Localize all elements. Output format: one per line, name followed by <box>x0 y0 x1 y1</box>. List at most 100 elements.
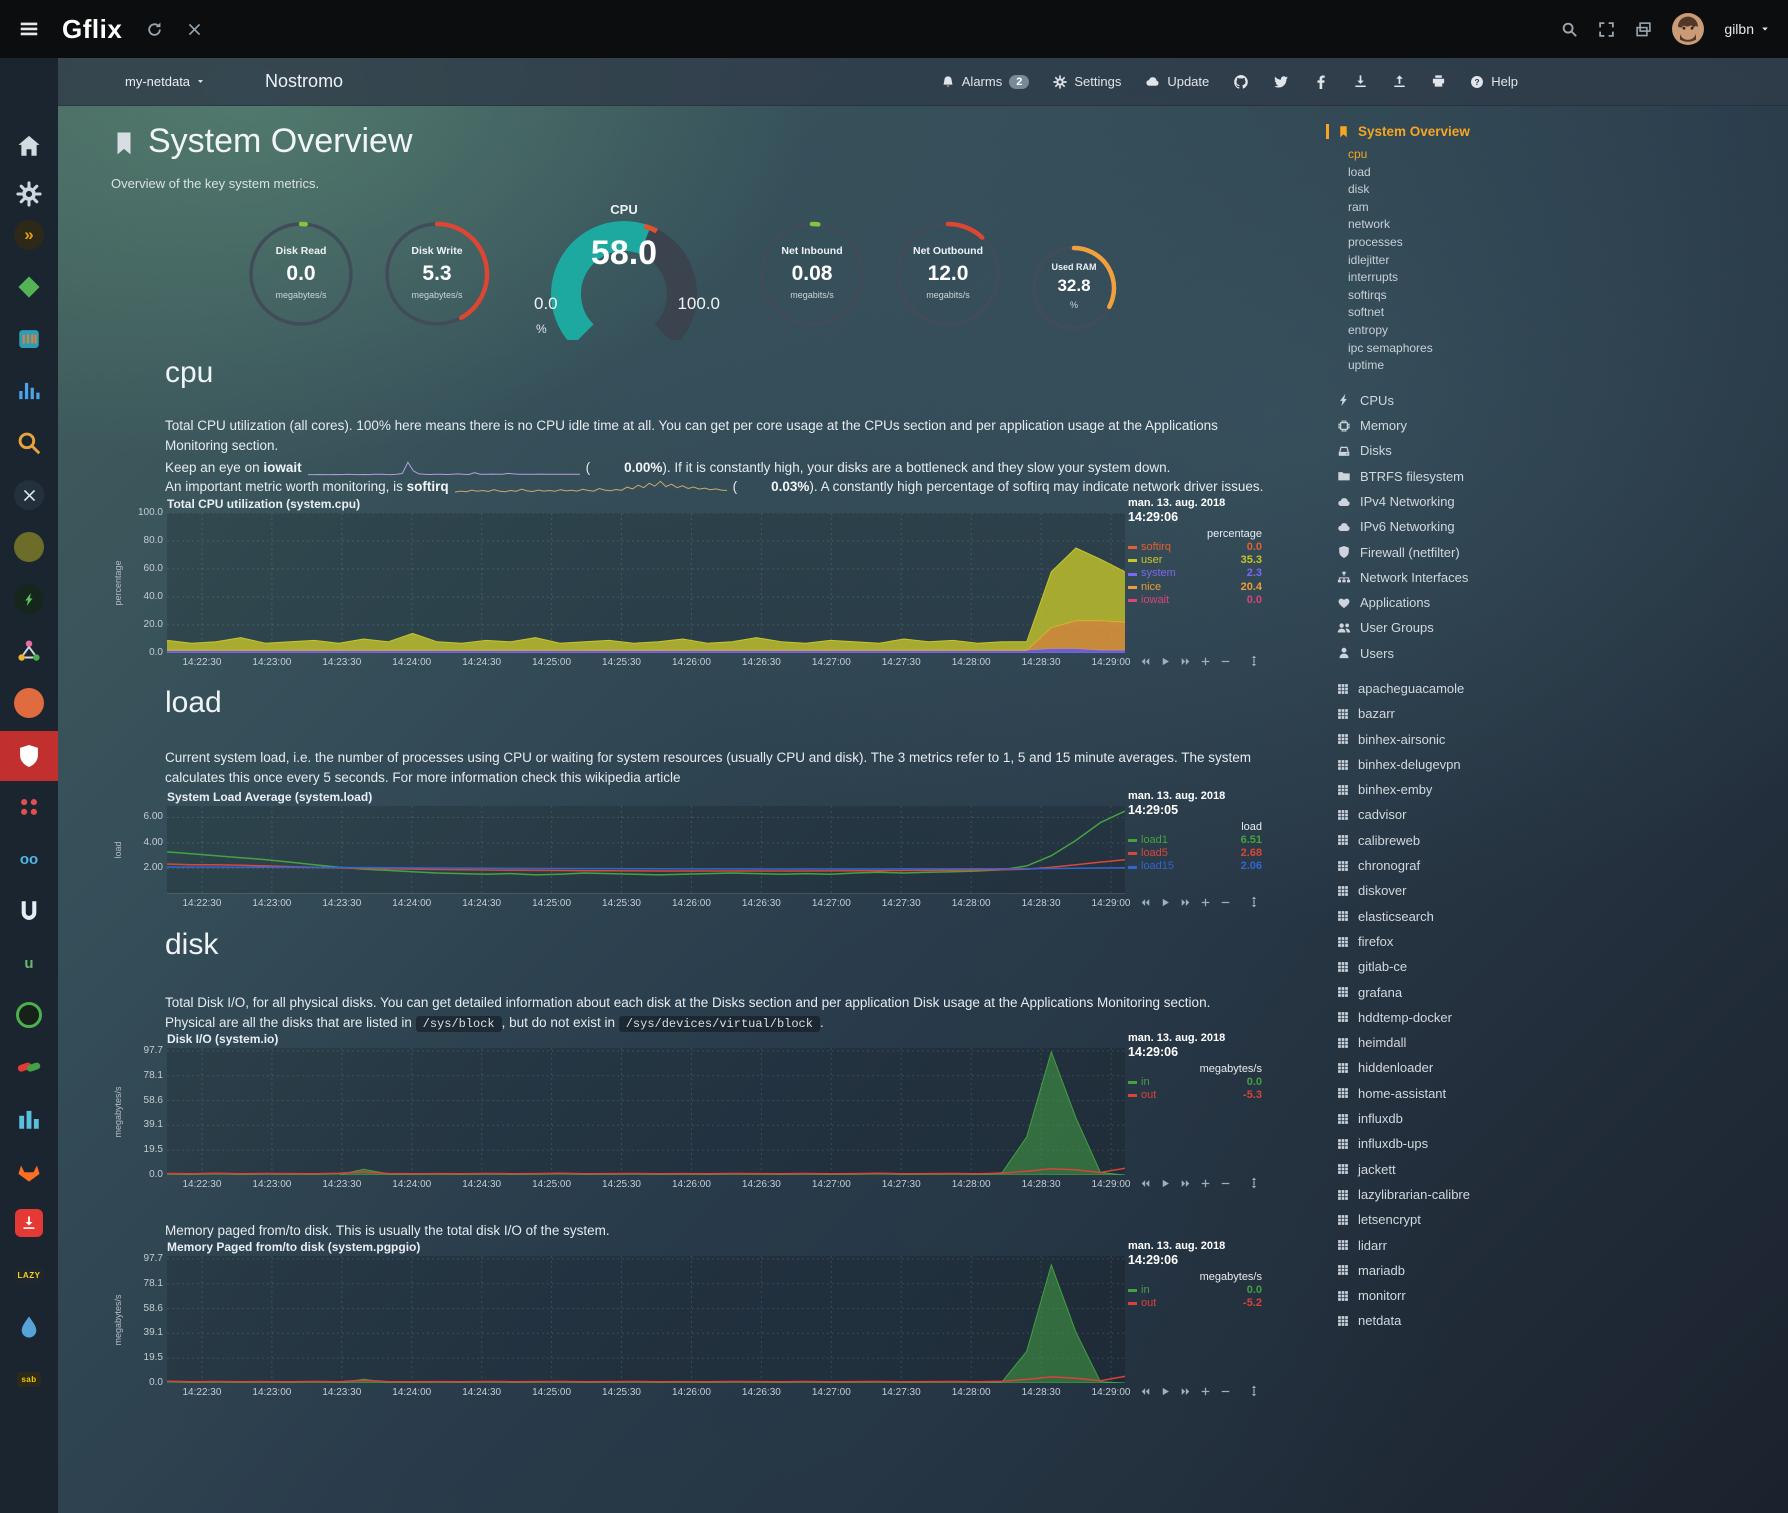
pan-backward-button[interactable] <box>1140 1386 1151 1397</box>
print-icon[interactable] <box>1431 74 1446 89</box>
app-icon-sabnzbd[interactable]: sab <box>0 1355 58 1403</box>
zoom-in-button[interactable] <box>1200 1386 1211 1397</box>
menu-app-calibreweb[interactable]: calibreweb <box>1337 828 1576 853</box>
menu-subitem-interrupts[interactable]: interrupts <box>1348 269 1576 287</box>
wikipedia-link[interactable]: wikipedia article <box>585 770 680 785</box>
app-icon-pills-app[interactable] <box>0 1043 58 1091</box>
app-icon-olive-app[interactable] <box>0 523 58 571</box>
menu-section-disks[interactable]: Disks <box>1337 438 1576 463</box>
menu-app-elasticsearch[interactable]: elasticsearch <box>1337 904 1576 929</box>
menu-subitem-cpu[interactable]: cpu <box>1348 146 1576 164</box>
app-icon-share-app[interactable] <box>0 627 58 675</box>
twitter-icon[interactable] <box>1273 74 1289 90</box>
menu-section-btrfs-filesystem[interactable]: BTRFS filesystem <box>1337 464 1576 489</box>
menu-section-firewall-netfilter-[interactable]: Firewall (netfilter) <box>1337 540 1576 565</box>
zoom-in-button[interactable] <box>1200 656 1211 667</box>
menu-section-cpus[interactable]: CPUs <box>1337 388 1576 413</box>
app-icon-plex[interactable]: » <box>0 211 58 259</box>
chart-resize-handle[interactable] <box>1248 896 1260 908</box>
chart-resize-handle[interactable] <box>1248 1177 1260 1189</box>
app-icon-tautulli[interactable] <box>0 471 58 519</box>
chart-resize-handle[interactable] <box>1248 1385 1260 1397</box>
play-button[interactable] <box>1160 656 1171 667</box>
app-icon-jackett[interactable] <box>0 419 58 467</box>
menu-app-jackett[interactable]: jackett <box>1337 1157 1576 1182</box>
menu-section-ipv4-networking[interactable]: IPv4 Networking <box>1337 489 1576 514</box>
menu-app-lazylibrarian-calibre[interactable]: lazylibrarian-calibre <box>1337 1182 1576 1207</box>
menu-subitem-network[interactable]: network <box>1348 216 1576 234</box>
app-icon-gitlab[interactable] <box>0 1147 58 1195</box>
refresh-icon[interactable] <box>146 21 163 38</box>
menu-subitem-processes[interactable]: processes <box>1348 234 1576 252</box>
menu-subitem-idlejitter[interactable]: idlejitter <box>1348 252 1576 270</box>
menu-subitem-disk[interactable]: disk <box>1348 181 1576 199</box>
app-icon-unraid[interactable] <box>0 887 58 935</box>
menu-app-mariadb[interactable]: mariadb <box>1337 1258 1576 1283</box>
legend-row-in[interactable]: in0.0 <box>1128 1076 1262 1089</box>
menu-app-binhex-airsonic[interactable]: binhex-airsonic <box>1337 727 1576 752</box>
menu-section-ipv6-networking[interactable]: IPv6 Networking <box>1337 514 1576 539</box>
menu-app-influxdb-ups[interactable]: influxdb-ups <box>1337 1131 1576 1156</box>
app-icon-towers-app[interactable] <box>0 1095 58 1143</box>
app-icon-netdata[interactable] <box>0 731 58 781</box>
search-icon[interactable] <box>1561 21 1578 38</box>
menu-app-home-assistant[interactable]: home-assistant <box>1337 1081 1576 1106</box>
menu-icon[interactable] <box>18 18 40 40</box>
menu-app-binhex-delugevpn[interactable]: binhex-delugevpn <box>1337 752 1576 777</box>
pan-backward-button[interactable] <box>1140 656 1151 667</box>
menu-app-grafana[interactable]: grafana <box>1337 980 1576 1005</box>
app-icon-lazylibrarian[interactable]: LAZY <box>0 1251 58 1299</box>
menu-app-apacheguacamole[interactable]: apacheguacamole <box>1337 676 1576 701</box>
menu-subitem-softirqs[interactable]: softirqs <box>1348 287 1576 305</box>
github-icon[interactable] <box>1233 74 1249 90</box>
app-icon-deluge[interactable] <box>0 1303 58 1351</box>
update-button[interactable]: Update <box>1145 74 1209 89</box>
alarms-button[interactable]: Alarms 2 <box>941 74 1030 89</box>
legend-row-out[interactable]: out-5.3 <box>1128 1089 1262 1102</box>
app-icon-ombi[interactable] <box>0 679 58 727</box>
user-menu[interactable]: gilbn <box>1724 21 1770 37</box>
app-icon-nzbget[interactable] <box>0 263 58 311</box>
app-icon-resilio-sync[interactable]: oo <box>0 835 58 883</box>
pan-forward-button[interactable] <box>1180 656 1191 667</box>
app-icon-organizr[interactable] <box>0 575 58 623</box>
menu-app-cadvisor[interactable]: cadvisor <box>1337 802 1576 827</box>
legend-row-load5[interactable]: load52.68 <box>1128 847 1262 860</box>
app-icon-airsonic[interactable] <box>0 367 58 415</box>
menu-app-hiddenloader[interactable]: hiddenloader <box>1337 1055 1576 1080</box>
menu-section-users[interactable]: Users <box>1337 641 1576 666</box>
legend-row-in[interactable]: in0.0 <box>1128 1284 1262 1297</box>
menu-app-monitorr[interactable]: monitorr <box>1337 1283 1576 1308</box>
app-icon-home[interactable] <box>0 122 58 170</box>
fullscreen-icon[interactable] <box>1598 21 1615 38</box>
menu-subitem-softnet[interactable]: softnet <box>1348 304 1576 322</box>
legend-row-out[interactable]: out-5.2 <box>1128 1297 1262 1310</box>
windows-icon[interactable] <box>1635 21 1652 38</box>
menu-subitem-load[interactable]: load <box>1348 164 1576 182</box>
app-icon-portainer[interactable] <box>0 315 58 363</box>
legend-row-user[interactable]: user35.3 <box>1128 554 1262 567</box>
menu-app-chronograf[interactable]: chronograf <box>1337 853 1576 878</box>
legend-row-load1[interactable]: load16.51 <box>1128 834 1262 847</box>
menu-app-influxdb[interactable]: influxdb <box>1337 1106 1576 1131</box>
app-icon-download-app[interactable] <box>0 1199 58 1247</box>
app-icon-ring-app[interactable] <box>0 991 58 1039</box>
chart-plot[interactable] <box>167 1048 1125 1175</box>
menu-section-applications[interactable]: Applications <box>1337 590 1576 615</box>
menu-app-letsencrypt[interactable]: letsencrypt <box>1337 1207 1576 1232</box>
download-icon[interactable] <box>1353 74 1368 89</box>
app-icon-dots-app[interactable] <box>0 783 58 831</box>
avatar[interactable] <box>1672 13 1704 45</box>
help-button[interactable]: ? Help <box>1470 74 1518 89</box>
legend-row-system[interactable]: system2.3 <box>1128 567 1262 580</box>
menu-app-gitlab-ce[interactable]: gitlab-ce <box>1337 954 1576 979</box>
legend-row-load15[interactable]: load152.06 <box>1128 860 1262 873</box>
zoom-out-button[interactable] <box>1220 1386 1231 1397</box>
zoom-out-button[interactable] <box>1220 1178 1231 1189</box>
menu-section-memory[interactable]: Memory <box>1337 413 1576 438</box>
facebook-icon[interactable] <box>1313 74 1329 90</box>
pan-forward-button[interactable] <box>1180 897 1191 908</box>
pan-backward-button[interactable] <box>1140 897 1151 908</box>
chart-plot[interactable] <box>167 513 1125 653</box>
play-button[interactable] <box>1160 1386 1171 1397</box>
